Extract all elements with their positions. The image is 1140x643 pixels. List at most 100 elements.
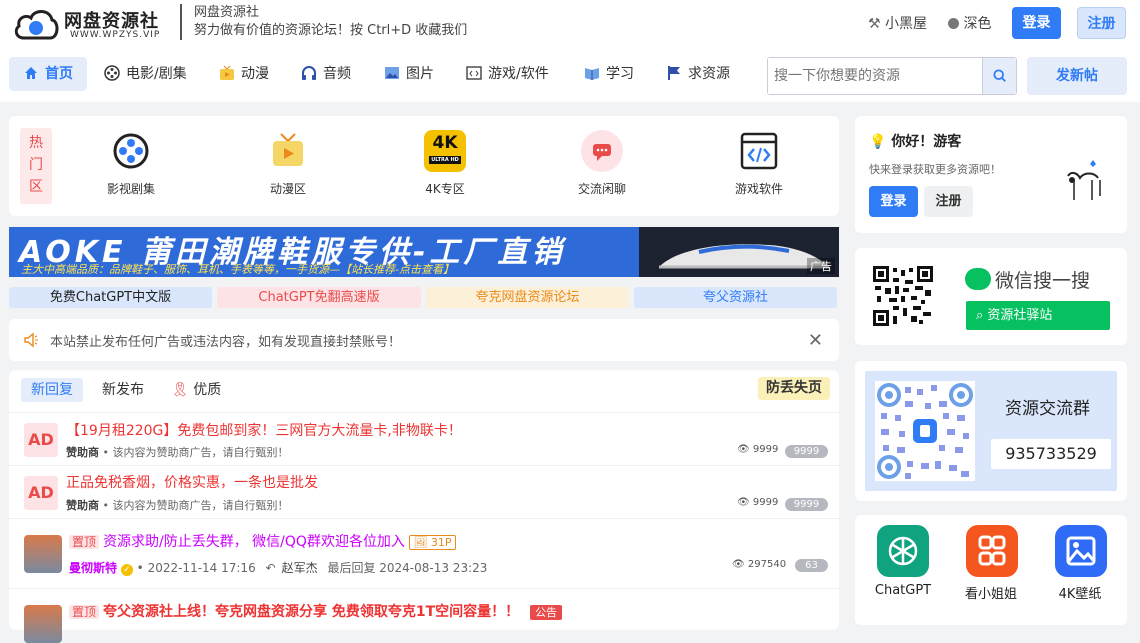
post-row[interactable]: 置顶 资源求助/防止丢失群， 微信/QQ群欢迎各位加入 🖼 31P 曼彻斯特 ✓ …	[9, 518, 839, 588]
post-row[interactable]: AD 【19月租220G】免费包邮到家！三网官方大流量卡,非物联卡！ 赞助商 •…	[9, 412, 839, 465]
pill-link-quark-forum[interactable]: 夸克网盘资源论坛	[426, 287, 629, 308]
image-icon	[384, 60, 400, 79]
greeting: 💡 你好！游客	[869, 131, 961, 151]
tab-quality[interactable]: 🎗 优质	[171, 378, 221, 402]
nav-label: 首页	[45, 66, 73, 82]
last-replier[interactable]: 赵军杰	[282, 561, 318, 575]
reply-count: 9999	[785, 445, 828, 458]
nav-request[interactable]: 求资源	[666, 57, 730, 91]
guest-card: 💡 你好！游客 快来登录获取更多资源吧！ 登录 注册	[855, 116, 1127, 233]
nav-study[interactable]: 学习	[584, 57, 634, 91]
avatar[interactable]	[24, 535, 62, 573]
group-number[interactable]: 935733529	[991, 439, 1111, 469]
post-title[interactable]: 资源求助/防止丢失群， 微信/QQ群欢迎各位加入	[103, 534, 405, 550]
tab-new-posts[interactable]: 新发布	[102, 378, 144, 402]
post-meta: • 该内容为赞助商广告，请自行甄别！	[102, 446, 289, 459]
wechat-search-button[interactable]: ⌕ 资源社驿站	[966, 301, 1110, 330]
logo-url: WWW.WPZYS.VIP	[70, 30, 161, 40]
app-label: 4K壁纸	[1058, 587, 1102, 602]
search-button[interactable]	[982, 58, 1016, 94]
reply-arrow-icon: ↶	[265, 561, 276, 575]
category-chat[interactable]: 交流闲聊	[557, 130, 647, 197]
tv-icon	[219, 60, 235, 80]
wallpaper-app[interactable]	[1055, 525, 1107, 577]
hammer-icon: ⚒	[868, 16, 881, 32]
anti-lost-button[interactable]: 防丢失页	[758, 377, 830, 400]
nav-label: 动漫	[241, 66, 269, 82]
headphones-icon	[301, 60, 317, 80]
register-button[interactable]: 注册	[1077, 7, 1126, 39]
post-row[interactable]: AD 正品免税香烟，价格实惠，一条也是批发 赞助商 • 该内容为赞助商广告，请自…	[9, 465, 839, 518]
nav-anime[interactable]: 动漫	[219, 57, 269, 91]
black-room-label: 小黑屋	[885, 16, 928, 32]
close-icon[interactable]: ✕	[808, 330, 823, 351]
hot-zone-label: 热门区	[29, 135, 43, 195]
site-logo[interactable]: 网盘资源社 WWW.WPZYS.VIP	[12, 4, 159, 42]
category-movies[interactable]: 影视剧集	[86, 130, 176, 197]
post-title[interactable]: 正品免税香烟，价格实惠，一条也是批发	[66, 472, 318, 492]
search-input[interactable]	[768, 58, 982, 94]
code-window-icon	[466, 60, 482, 80]
wechat-button-label: 资源社驿站	[987, 308, 1053, 323]
post-row[interactable]: 置顶 夸父资源社上线！夸克网盘资源分享 免费领取夸克1T空间容量！！ 公告	[9, 588, 839, 643]
group-title: 资源交流群	[1005, 399, 1090, 419]
category-label: 动漫区	[269, 182, 306, 196]
attachment-count: 31P	[430, 536, 452, 549]
post-title[interactable]: 【19月租220G】免费包邮到家！三网官方大流量卡,非物联卡！	[66, 420, 462, 440]
post-title[interactable]: 夸父资源社上线！夸克网盘资源分享 免费领取夸克1T空间容量！！	[103, 604, 519, 620]
verified-icon: ✓	[120, 564, 133, 576]
wechat-icon	[965, 268, 991, 290]
post-meta: • 该内容为赞助商广告，请自行甄别！	[102, 499, 289, 512]
nav-movies[interactable]: 电影/剧集	[104, 57, 187, 91]
nav-images[interactable]: 图片	[384, 57, 434, 91]
book-icon	[584, 60, 600, 80]
nav-audio[interactable]: 音频	[301, 57, 351, 91]
chatgpt-logo-icon	[888, 536, 918, 566]
attachment-badge: 🖼 31P	[409, 535, 456, 550]
view-count: 👁 9999	[737, 497, 778, 508]
hot-zone-tag: 热门区	[20, 128, 52, 204]
post-author[interactable]: 赞助商	[66, 499, 99, 512]
sidebar-login-button[interactable]: 登录	[869, 186, 918, 217]
xiaojiejie-app[interactable]	[966, 525, 1018, 577]
mascot-illustration	[1067, 160, 1101, 200]
category-label: 影视剧集	[106, 182, 155, 196]
tab-new-replies[interactable]: 新回复	[21, 378, 83, 402]
site-slogan: 努力做有价值的资源论坛！按 Ctrl+D 收藏我们	[194, 23, 468, 38]
nav-home[interactable]: 首页	[9, 57, 87, 91]
category-4k[interactable]: 4K ULTRA HD 4K专区	[400, 130, 490, 197]
qr-code-image	[873, 266, 933, 326]
chatgpt-app[interactable]	[877, 525, 929, 577]
ad-badge: AD	[24, 476, 58, 510]
ad-badge: AD	[24, 423, 58, 457]
ribbon-icon: 🎗	[171, 382, 189, 398]
notice-text: 本站禁止发布任何广告或违法内容，如有发现直接封禁账号！	[50, 335, 402, 350]
login-button[interactable]: 登录	[1012, 7, 1061, 39]
sidebar-register-button[interactable]: 注册	[924, 186, 973, 217]
last-reply-time: 最后回复 2024-08-13 23:23	[327, 561, 488, 575]
post-author[interactable]: 曼彻斯特	[69, 561, 117, 575]
eye-icon: 👁	[737, 497, 750, 508]
nav-label: 音频	[323, 66, 351, 82]
dark-mode-toggle[interactable]: 深色	[948, 13, 991, 33]
black-room-link[interactable]: ⚒ 小黑屋	[868, 13, 927, 33]
app-label: ChatGPT	[874, 583, 932, 598]
avatar[interactable]	[24, 605, 62, 643]
category-games[interactable]: 游戏软件	[714, 130, 804, 197]
4k-badge: 4K	[432, 133, 458, 153]
chat-bubble-icon	[581, 130, 623, 172]
pill-link-free-chatgpt[interactable]: 免费ChatGPT中文版	[9, 287, 212, 308]
ad-banner[interactable]: AOKE 莆田潮牌鞋服专供-工厂直销 主大中高端品质：品牌鞋子、服饰、耳机、手表…	[9, 227, 839, 277]
nav-label: 求资源	[688, 66, 730, 82]
nav-label: 电影/剧集	[126, 66, 187, 82]
tv-icon	[267, 130, 309, 172]
picture-icon	[1066, 536, 1096, 566]
pill-link-kuafu[interactable]: 夸父资源社	[634, 287, 837, 308]
pill-link-chatgpt-fast[interactable]: ChatGPT免翻高速版	[217, 287, 421, 308]
post-author[interactable]: 赞助商	[66, 446, 99, 459]
group-qr-code-image	[875, 381, 975, 481]
nav-games-software[interactable]: 游戏/软件	[466, 57, 549, 91]
category-anime[interactable]: 动漫区	[243, 130, 333, 197]
new-post-button[interactable]: 发新帖	[1027, 57, 1127, 95]
category-label: 4K专区	[425, 182, 465, 196]
